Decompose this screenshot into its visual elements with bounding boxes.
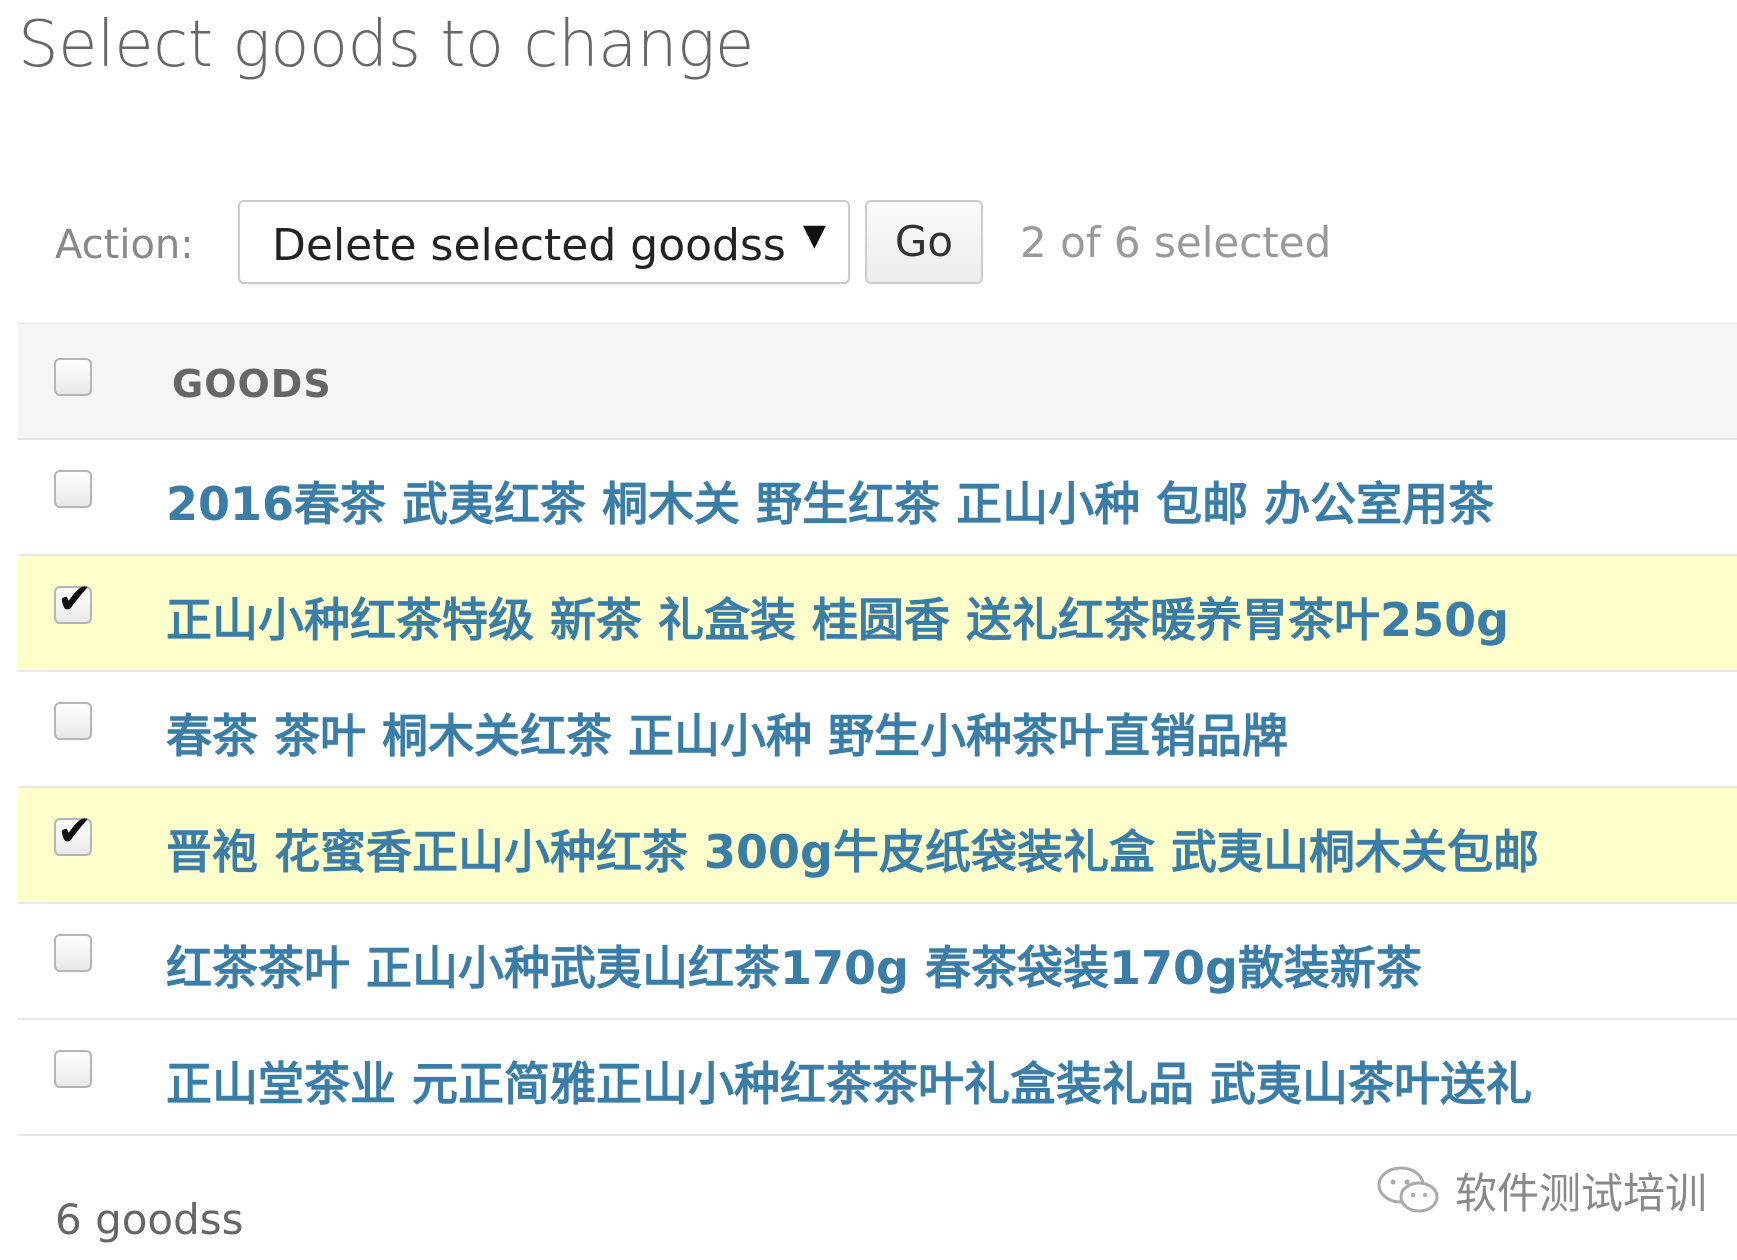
watermark: 软件测试培训 (1375, 1160, 1707, 1220)
goods-link[interactable]: 春茶 茶叶 桐木关红茶 正山小种 野生小种茶叶直销品牌 (166, 700, 1288, 766)
column-header-goods[interactable]: GOODS (172, 362, 332, 406)
row-checkbox[interactable] (54, 1050, 92, 1088)
row-checkbox[interactable] (54, 470, 92, 508)
table-row: 春茶 茶叶 桐木关红茶 正山小种 野生小种茶叶直销品牌 (18, 672, 1737, 788)
action-label: Action: (55, 222, 194, 268)
goods-link[interactable]: 2016春茶 武夷红茶 桐木关 野生红茶 正山小种 包邮 办公室用茶 (166, 468, 1494, 534)
selection-counter: 2 of 6 selected (1020, 218, 1332, 267)
dropdown-arrow-icon: ▼ (802, 218, 826, 253)
actions-bar: Action: Delete selected goodss ▼ Go 2 of… (0, 200, 1737, 290)
row-checkbox[interactable] (54, 934, 92, 972)
select-all-checkbox[interactable] (54, 358, 92, 396)
table-row: ✔ 正山小种红茶特级 新茶 礼盒装 桂圆香 送礼红茶暖养胃茶叶250g (18, 556, 1737, 672)
wechat-icon (1377, 1166, 1439, 1213)
go-button[interactable]: Go (865, 200, 983, 284)
table-body: 2016春茶 武夷红茶 桐木关 野生红茶 正山小种 包邮 办公室用茶 ✔ 正山小种红… (18, 440, 1737, 1136)
page-title: Select goods to change (18, 8, 754, 82)
action-select[interactable]: Delete selected goodss ▼ (238, 200, 850, 284)
results-table: GOODS 2016春茶 武夷红茶 桐木关 野生红茶 正山小种 包邮 办公室用茶… (18, 323, 1737, 1136)
watermark-text: 软件测试培训 (1455, 1168, 1708, 1218)
table-row: 正山堂茶业 元正简雅正山小种红茶茶叶礼盒装礼品 武夷山茶叶送礼 (18, 1020, 1737, 1136)
goods-link[interactable]: 红茶茶叶 正山小种武夷山红茶170g 春茶袋装170g散装新茶 (166, 932, 1422, 998)
goods-link[interactable]: 正山堂茶业 元正简雅正山小种红茶茶叶礼盒装礼品 武夷山茶叶送礼 (166, 1048, 1532, 1114)
result-count: 6 goodss (55, 1195, 244, 1244)
action-select-value: Delete selected goodss (272, 220, 786, 271)
checkmark-icon: ✔ (57, 806, 93, 855)
row-checkbox[interactable]: ✔ (54, 810, 92, 856)
row-checkbox[interactable] (54, 702, 92, 740)
table-row: 2016春茶 武夷红茶 桐木关 野生红茶 正山小种 包邮 办公室用茶 (18, 440, 1737, 556)
table-row: 红茶茶叶 正山小种武夷山红茶170g 春茶袋装170g散装新茶 (18, 904, 1737, 1020)
table-header: GOODS (18, 323, 1737, 440)
goods-link[interactable]: 正山小种红茶特级 新茶 礼盒装 桂圆香 送礼红茶暖养胃茶叶250g (166, 584, 1509, 650)
goods-link[interactable]: 晋袍 花蜜香正山小种红茶 300g牛皮纸袋装礼盒 武夷山桐木关包邮 (166, 816, 1539, 882)
checkmark-icon: ✔ (57, 574, 93, 623)
row-checkbox[interactable]: ✔ (54, 578, 92, 624)
table-row: ✔ 晋袍 花蜜香正山小种红茶 300g牛皮纸袋装礼盒 武夷山桐木关包邮 (18, 788, 1737, 904)
